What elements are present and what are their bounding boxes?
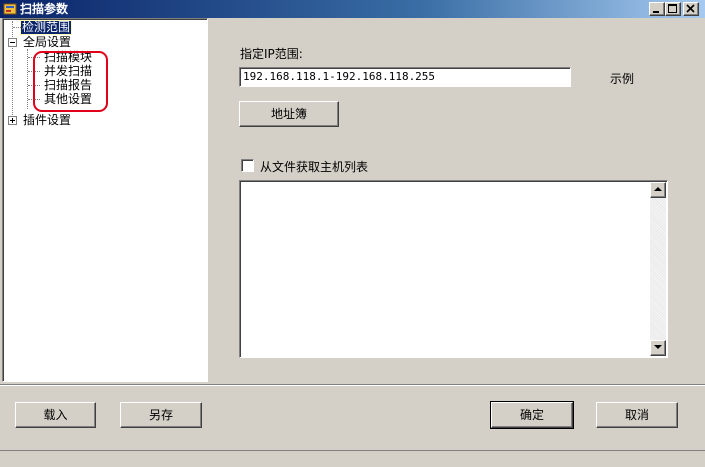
expand-toggle-plugin-settings[interactable] xyxy=(8,116,17,125)
host-list-scrollbar[interactable] xyxy=(650,182,666,356)
tree-guide-h xyxy=(13,27,21,28)
footer-divider xyxy=(0,384,705,386)
expand-toggle-global-settings[interactable] xyxy=(8,38,17,47)
example-label[interactable]: 示例 xyxy=(610,70,634,87)
save-as-button[interactable]: 另存 xyxy=(120,402,202,428)
tree-guide-root xyxy=(12,21,13,121)
annotation-highlight xyxy=(33,51,108,112)
ip-range-input[interactable]: 192.168.118.1-192.168.118.255 xyxy=(239,67,571,87)
close-button[interactable] xyxy=(683,2,699,16)
plus-icon-v xyxy=(12,118,13,123)
tree-item-detection-range[interactable]: 检测范围 xyxy=(19,20,73,35)
title-bar[interactable]: 扫描参数 xyxy=(0,0,705,18)
scroll-down-button[interactable] xyxy=(650,340,666,356)
host-list-textarea[interactable] xyxy=(239,180,668,358)
status-bar xyxy=(0,450,705,467)
arrow-up-icon xyxy=(654,187,662,191)
minimize-icon xyxy=(653,11,659,13)
address-book-button[interactable]: 地址簿 xyxy=(239,101,339,127)
minimize-button[interactable] xyxy=(649,2,665,16)
window-title: 扫描参数 xyxy=(20,2,69,16)
cancel-button[interactable]: 取消 xyxy=(596,402,678,428)
load-button[interactable]: 载入 xyxy=(15,402,96,428)
tree-item-global-settings[interactable]: 全局设置 xyxy=(23,36,71,49)
file-hosts-checkbox[interactable] xyxy=(241,159,254,172)
ok-button[interactable]: 确定 xyxy=(490,401,574,429)
ip-range-label: 指定IP范围: xyxy=(240,47,303,61)
app-icon xyxy=(3,3,17,15)
arrow-down-icon xyxy=(654,345,662,349)
scroll-up-button[interactable] xyxy=(650,182,666,198)
file-hosts-checkbox-label[interactable]: 从文件获取主机列表 xyxy=(260,158,368,175)
maximize-icon xyxy=(668,4,677,13)
tree-guide-children xyxy=(27,49,28,109)
scan-params-dialog: 扫描参数 检测范围 全局设置 扫描模块 并发扫描 扫描报告 其他设置 插件设置 … xyxy=(0,0,705,467)
minus-icon xyxy=(10,42,15,43)
close-icon xyxy=(686,4,695,13)
tree-item-plugin-settings[interactable]: 插件设置 xyxy=(23,114,71,127)
maximize-button[interactable] xyxy=(665,2,681,16)
